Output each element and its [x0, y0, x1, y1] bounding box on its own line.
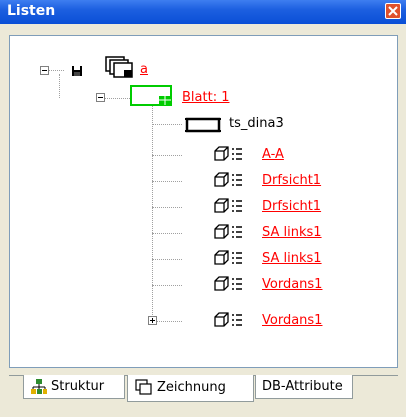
list-item-label: SA links1: [262, 251, 322, 266]
tab-zeichnung[interactable]: Zeichnung: [127, 375, 254, 402]
tree-panel[interactable]: a Blatt: 1 ts_dina3 A-A Drfsicht1 Drfsic…: [9, 35, 398, 368]
frame-label[interactable]: ts_dina3: [229, 116, 284, 132]
list-item-label: Drfsicht1: [262, 199, 322, 214]
list-item-label: Vordans1: [262, 313, 323, 328]
drawing-stack-icon: [105, 56, 133, 78]
view-icon: [214, 276, 242, 291]
window-title: Listen: [7, 3, 56, 19]
close-icon: [388, 6, 398, 16]
view-icon: [214, 146, 242, 161]
view-icon: [214, 312, 242, 327]
list-item-label: Drfsicht1: [262, 173, 322, 188]
frame-icon: [185, 117, 221, 133]
view-icon: [214, 198, 242, 213]
listen-window: Listen a Blatt: 1 ts_dina3 A-A Drfsicht1…: [0, 0, 406, 417]
tab-db-attribute[interactable]: DB-Attribute: [255, 375, 353, 399]
tab-zeichnung-label: Zeichnung: [157, 380, 226, 395]
save-icon: [72, 66, 82, 76]
title-bar[interactable]: Listen: [0, 0, 406, 24]
view-icon: [214, 172, 242, 187]
close-button[interactable]: [385, 3, 401, 19]
list-item-label: Vordans1: [262, 277, 323, 292]
drawing-icon: [135, 379, 152, 395]
collapse-root-toggle[interactable]: [40, 66, 49, 75]
view-icon: [214, 224, 242, 239]
view-icon: [214, 250, 242, 265]
list-item-label: SA links1: [262, 225, 322, 240]
tab-struktur[interactable]: Struktur: [23, 375, 125, 399]
list-item-label: A-A: [262, 147, 284, 162]
sheet-label[interactable]: Blatt: 1: [182, 90, 229, 106]
structure-icon: [31, 379, 47, 394]
sheet-icon: [130, 85, 172, 106]
collapse-sheet-toggle[interactable]: [96, 93, 105, 102]
tab-struktur-label: Struktur: [51, 379, 105, 394]
tree-root-label[interactable]: a: [140, 62, 148, 78]
expand-item-toggle[interactable]: [148, 316, 157, 325]
tab-db-attribute-label: DB-Attribute: [262, 379, 343, 394]
